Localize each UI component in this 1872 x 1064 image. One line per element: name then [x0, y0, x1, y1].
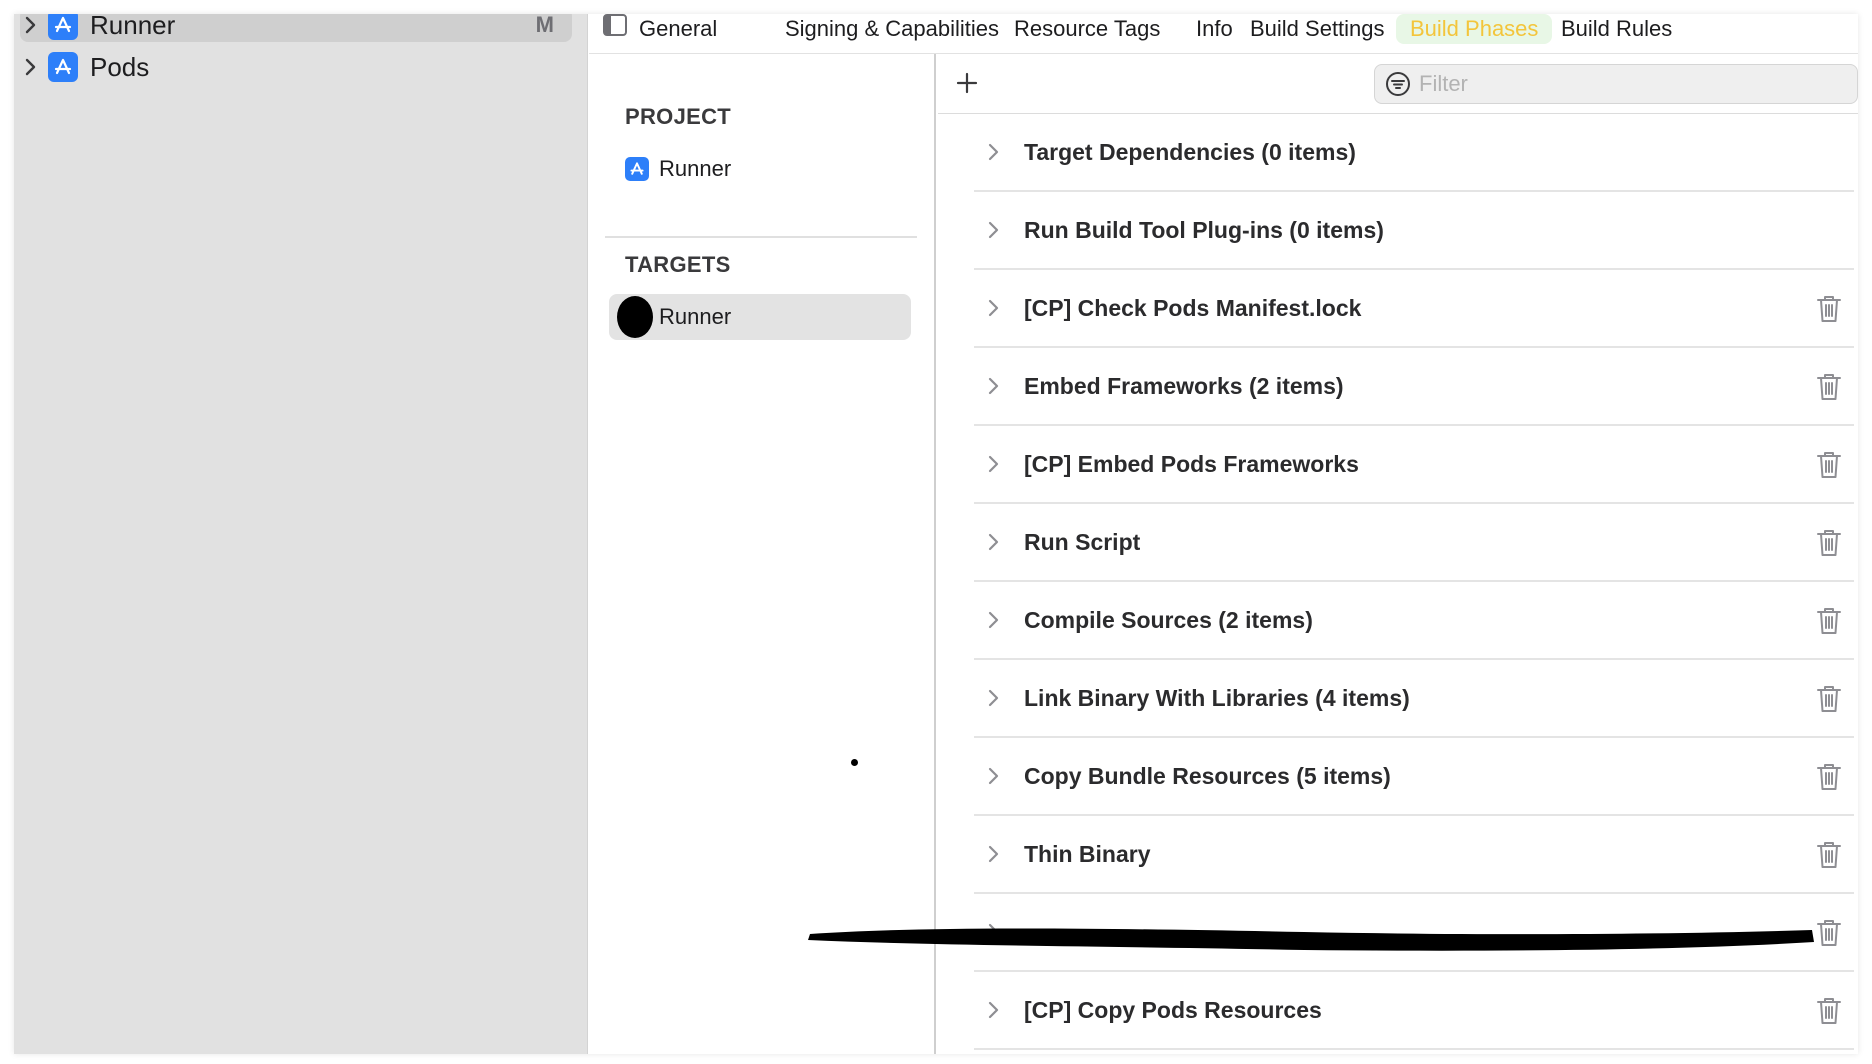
build-phase-row[interactable]: Link Binary With Libraries (4 items) — [974, 660, 1854, 738]
build-phase-label: [CP] Check Pods Manifest.lock — [1024, 294, 1362, 321]
build-phase-row[interactable]: [CP] Copy Pods Resources — [974, 972, 1854, 1050]
add-phase-button[interactable] — [952, 68, 982, 98]
build-phase-label: Compile Sources (2 items) — [1024, 606, 1313, 633]
build-phase-row[interactable]: Run Script — [974, 504, 1854, 582]
chevron-right-icon[interactable] — [982, 610, 1006, 630]
project-navigator: Runner M Pods — [14, 14, 588, 1054]
chevron-right-icon[interactable] — [982, 1000, 1006, 1020]
project-section-header: PROJECT — [625, 104, 732, 129]
build-phase-row[interactable]: [CP] Embed Pods Frameworks — [974, 426, 1854, 504]
chevron-right-icon[interactable] — [982, 454, 1006, 474]
trash-icon[interactable] — [1816, 996, 1842, 1026]
chevron-right-icon[interactable] — [982, 298, 1006, 318]
chevron-right-icon[interactable] — [982, 532, 1006, 552]
tab-build-settings[interactable]: Build Settings — [1236, 14, 1399, 44]
navigator-item-pods[interactable]: Pods — [20, 50, 572, 84]
navigator-item-label: Runner — [90, 14, 176, 40]
build-phase-row[interactable]: Run Build Tool Plug-ins (0 items) — [974, 192, 1854, 270]
build-phase-row[interactable]: Thin Binary — [974, 816, 1854, 894]
target-item-label: Runner — [659, 304, 732, 329]
filter-field[interactable] — [1374, 64, 1858, 104]
redaction-mark — [617, 296, 653, 338]
modified-badge: M — [535, 14, 554, 37]
chevron-right-icon[interactable] — [982, 766, 1006, 786]
build-phase-label: Thin Binary — [1024, 840, 1151, 867]
target-item-runner[interactable]: Runner — [609, 294, 911, 340]
chevron-right-icon[interactable] — [20, 58, 42, 76]
build-phase-label: Run Build Tool Plug-ins (0 items) — [1024, 216, 1384, 243]
tab-signing-capabilities[interactable]: Signing & Capabilities — [771, 14, 1013, 44]
sidebar-toggle-icon[interactable] — [603, 14, 627, 36]
chevron-right-icon[interactable] — [982, 844, 1006, 864]
app-store-icon — [625, 157, 649, 181]
chevron-right-icon[interactable] — [982, 220, 1006, 240]
build-phase-row[interactable]: [CP] Check Pods Manifest.lock — [974, 270, 1854, 348]
chevron-right-icon[interactable] — [982, 376, 1006, 396]
filter-input[interactable] — [1419, 71, 1839, 97]
app-store-icon — [48, 14, 78, 40]
trash-icon[interactable] — [1816, 372, 1842, 402]
chevron-right-icon[interactable] — [982, 142, 1006, 162]
trash-icon[interactable] — [1816, 606, 1842, 636]
build-phase-label: Copy Bundle Resources (5 items) — [1024, 762, 1391, 789]
build-phase-label: Link Binary With Libraries (4 items) — [1024, 684, 1410, 711]
tab-build-rules[interactable]: Build Rules — [1547, 14, 1686, 44]
project-targets-list: PROJECT Runner TARGETS Runner — [589, 54, 936, 1054]
build-phase-label: Run Script — [1024, 528, 1141, 555]
trash-icon[interactable] — [1816, 762, 1842, 792]
redaction-scribble — [808, 928, 1814, 951]
app-store-icon — [48, 52, 78, 82]
trash-icon[interactable] — [1816, 840, 1842, 870]
stray-dot — [851, 759, 858, 766]
trash-icon[interactable] — [1816, 528, 1842, 558]
editor-tab-bar: General Signing & Capabilities Resource … — [589, 14, 1858, 54]
build-phase-row[interactable]: Embed Frameworks (2 items) — [974, 348, 1854, 426]
build-phase-label: [CP] Embed Pods Frameworks — [1024, 450, 1359, 477]
build-phase-row[interactable]: Compile Sources (2 items) — [974, 582, 1854, 660]
targets-section-header: TARGETS — [625, 252, 731, 277]
plus-icon — [956, 72, 978, 94]
build-phase-row[interactable]: Copy Bundle Resources (5 items) — [974, 738, 1854, 816]
navigator-item-runner[interactable]: Runner M — [20, 14, 572, 42]
build-phase-label: Embed Frameworks (2 items) — [1024, 372, 1344, 399]
project-editor: General Signing & Capabilities Resource … — [589, 14, 1858, 1054]
tab-build-phases[interactable]: Build Phases — [1396, 14, 1553, 44]
build-phase-label: Target Dependencies (0 items) — [1024, 138, 1356, 165]
project-item-runner[interactable]: Runner — [609, 146, 911, 192]
chevron-right-icon[interactable] — [20, 16, 42, 34]
build-phases-pane: Target Dependencies (0 items) Run Build T… — [938, 54, 1858, 1054]
trash-icon[interactable] — [1816, 294, 1842, 324]
tab-resource-tags[interactable]: Resource Tags — [1000, 14, 1174, 44]
trash-icon[interactable] — [1816, 684, 1842, 714]
tab-general[interactable]: General — [625, 14, 731, 44]
build-phase-row[interactable]: Target Dependencies (0 items) — [974, 114, 1854, 192]
trash-icon[interactable] — [1816, 450, 1842, 480]
xcode-window: Runner M Pods General Signing & Capabili… — [14, 14, 1858, 1054]
navigator-item-label: Pods — [90, 51, 150, 82]
phases-toolbar — [938, 54, 1858, 114]
chevron-right-icon[interactable] — [982, 688, 1006, 708]
build-phase-label: [CP] Copy Pods Resources — [1024, 996, 1322, 1023]
filter-icon — [1386, 72, 1410, 96]
section-divider — [605, 236, 917, 238]
project-item-label: Runner — [659, 156, 732, 181]
